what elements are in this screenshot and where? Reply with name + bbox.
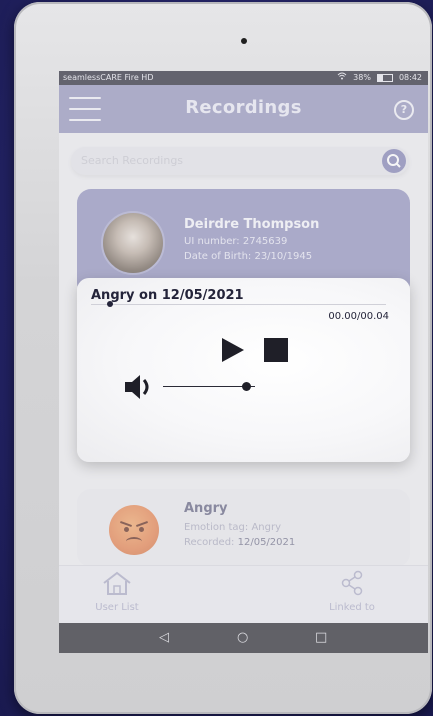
player-title: Angry on 12/05/2021 bbox=[91, 288, 244, 303]
volume-icon[interactable] bbox=[122, 371, 156, 407]
progress-handle[interactable] bbox=[107, 301, 113, 307]
player-time: 00.00/00.04 bbox=[328, 311, 389, 322]
app-screen: seamlessCARE Fire HD 38% 08:42 Recording… bbox=[59, 71, 428, 653]
stop-icon[interactable] bbox=[264, 338, 288, 362]
play-icon[interactable] bbox=[222, 338, 244, 362]
volume-handle[interactable] bbox=[241, 382, 251, 391]
progress-track[interactable] bbox=[91, 304, 386, 305]
tablet-frame: seamlessCARE Fire HD 38% 08:42 Recording… bbox=[14, 2, 432, 714]
audio-player-dialog: Angry on 12/05/2021 00.00/00.04 bbox=[77, 278, 410, 462]
front-camera bbox=[241, 38, 247, 44]
